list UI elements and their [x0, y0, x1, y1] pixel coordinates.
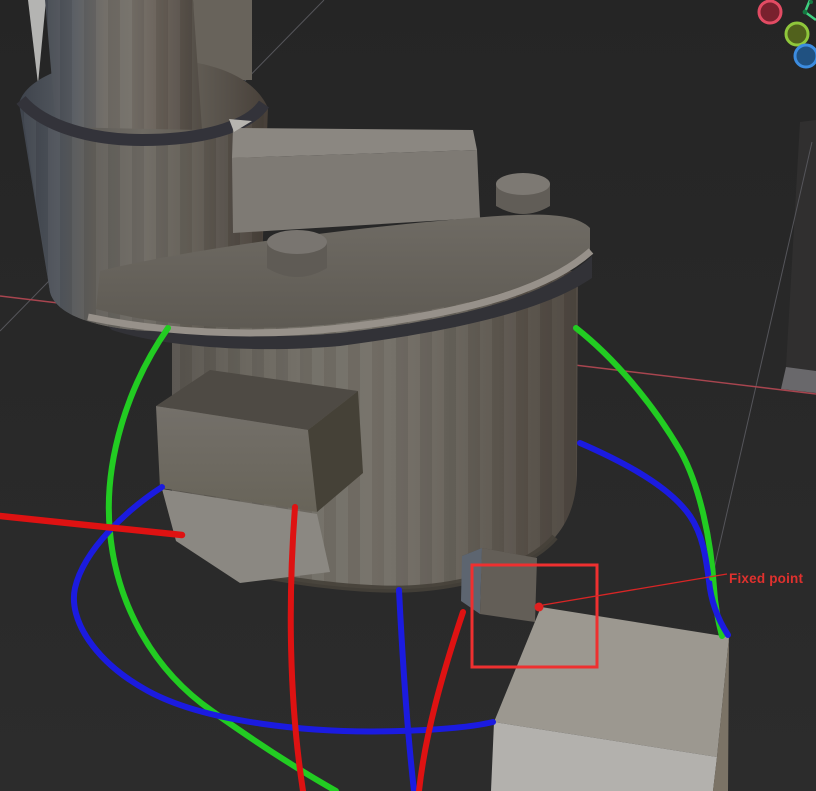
fixed-point-label: Fixed point [729, 571, 804, 586]
plate-peg-left [267, 230, 327, 277]
plate-peg-right [496, 173, 550, 214]
selection-point-dot [535, 603, 544, 612]
3d-viewport[interactable]: Fixed point [0, 0, 816, 791]
nav-axis-green-circle[interactable] [786, 23, 808, 45]
scene-canvas: Fixed point [0, 0, 816, 791]
side-box [156, 370, 363, 512]
background-floor-patch [781, 367, 816, 393]
nav-axis-blue-circle[interactable] [795, 45, 816, 67]
nav-axis-red-circle[interactable] [759, 1, 781, 23]
top-block [229, 119, 480, 233]
